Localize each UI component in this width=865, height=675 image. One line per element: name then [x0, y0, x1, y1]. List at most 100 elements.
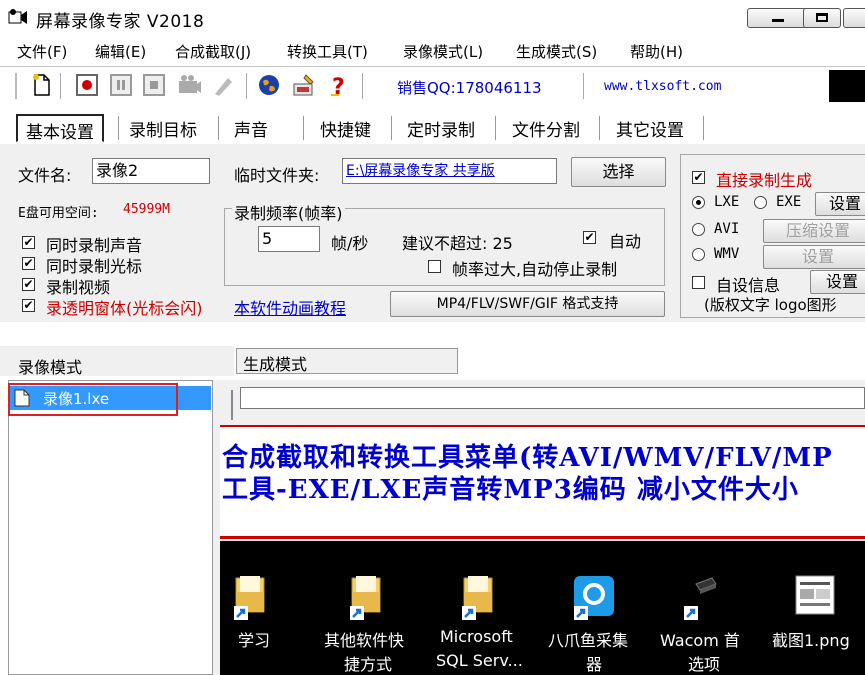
lxe-radio[interactable] — [692, 196, 705, 209]
stop-on-high-label: 帧率过大,自动停止录制 — [452, 260, 618, 279]
tutorial-link[interactable]: 本软件动画教程 — [234, 295, 346, 319]
folder-shortcut-icon[interactable] — [232, 574, 268, 622]
format-support-button[interactable]: MP4/FLV/SWF/GIF 格式支持 — [390, 291, 665, 317]
record-cursor-checkbox[interactable]: ✔ — [22, 257, 35, 270]
auto-checkbox[interactable]: ✔ — [583, 231, 596, 244]
menu-compose[interactable]: 合成截取(J) — [175, 41, 251, 62]
toolbar-edge-block — [829, 70, 865, 102]
direct-generate-checkbox[interactable]: ✔ — [692, 171, 705, 184]
preview-path-input[interactable] — [240, 387, 865, 409]
tab-other-settings[interactable]: 其它设置 — [608, 114, 692, 142]
tab-hotkeys[interactable]: 快捷键 — [312, 114, 379, 142]
tools-icon[interactable] — [291, 72, 317, 98]
desktop-icon-label: 八爪鱼采集 — [548, 631, 629, 650]
direct-generate-label: 直接录制生成 — [716, 171, 813, 190]
settings-panel: 文件名: 录像2 临时文件夹: E:\屏幕录像专家 共享版 选择 E盘可用空间:… — [0, 144, 865, 322]
desktop-icon-label: 截图1.png — [772, 631, 850, 650]
splitter[interactable] — [231, 390, 233, 420]
menu-edit[interactable]: 编辑(E) — [95, 41, 146, 62]
minimize-button[interactable] — [747, 8, 807, 28]
toolbar-separator — [583, 73, 584, 99]
stop-on-high-checkbox[interactable] — [428, 260, 441, 273]
camera-icon[interactable] — [176, 72, 202, 98]
app-icon — [8, 9, 27, 24]
tab-bar: 基本设置 录制目标 声音 快捷键 定时录制 文件分割 其它设置 — [0, 108, 865, 144]
image-file-icon[interactable] — [794, 574, 836, 622]
record-mode-title: 录像模式 — [18, 358, 83, 377]
custom-info-settings-button[interactable]: 设置 — [810, 270, 865, 294]
desktop-icon-label-line2: 选项 — [688, 655, 721, 674]
desktop-icon-label: Microsoft — [440, 627, 513, 646]
menu-file[interactable]: 文件(F) — [17, 41, 67, 62]
choose-folder-button[interactable]: 选择 — [571, 157, 666, 187]
tab-file-split[interactable]: 文件分割 — [504, 114, 588, 142]
selection-highlight-box — [8, 383, 178, 416]
title-bar: 屏幕录像专家 V2018 — [0, 0, 865, 38]
brush-icon[interactable] — [210, 72, 236, 98]
help-icon[interactable]: ? — [326, 72, 352, 98]
toolbar-separator — [60, 73, 61, 99]
recording-file-list[interactable] — [8, 380, 213, 675]
tab-timed-record[interactable]: 定时录制 — [399, 114, 483, 142]
pause-icon[interactable] — [108, 72, 134, 98]
wmv-radio[interactable] — [692, 248, 705, 261]
folder-shortcut-icon[interactable] — [348, 574, 384, 622]
exe-radio[interactable] — [754, 196, 767, 209]
wmv-label: WMV — [714, 246, 740, 262]
sales-qq-link[interactable]: 销售QQ:178046113 — [397, 77, 542, 98]
desktop-icon-label-line2: SQL Serv... — [436, 651, 523, 670]
desktop-icon-label-line2: 捷方式 — [344, 655, 393, 674]
toolbar-grip — [15, 73, 17, 99]
wmv-settings-button[interactable]: 设置 — [763, 245, 865, 269]
website-link[interactable]: www.tlxsoft.com — [604, 79, 721, 94]
record-icon[interactable] — [74, 72, 100, 98]
temp-folder-input[interactable]: E:\屏幕录像专家 共享版 — [342, 158, 557, 184]
app-shortcut-icon[interactable] — [572, 574, 616, 622]
wacom-shortcut-icon[interactable] — [682, 574, 718, 622]
tab-separator — [599, 116, 600, 140]
desktop-preview: 学习 其他软件快 捷方式 Microsoft SQL Serv... 八爪鱼采集… — [220, 541, 865, 675]
frame-rate-unit: 帧/秒 — [331, 234, 369, 253]
custom-info-checkbox[interactable] — [692, 276, 705, 289]
lxe-label: LXE — [714, 194, 740, 210]
temp-folder-label: 临时文件夹: — [234, 166, 320, 185]
toolbar: ? 销售QQ:178046113 www.tlxsoft.com — [0, 66, 865, 105]
custom-info-label: 自设信息 — [716, 276, 781, 295]
new-file-icon[interactable] — [28, 72, 54, 98]
avi-radio[interactable] — [692, 223, 705, 236]
menu-help[interactable]: 帮助(H) — [630, 41, 683, 62]
tab-separator — [118, 116, 119, 140]
menu-bar: 文件(F) 编辑(E) 合成截取(J) 转换工具(T) 录像模式(L) 生成模式… — [0, 38, 865, 64]
tab-separator — [495, 116, 496, 140]
record-transparent-checkbox[interactable]: ✔ — [22, 299, 35, 312]
tab-basic-settings[interactable]: 基本设置 — [16, 114, 104, 143]
compress-settings-button[interactable]: 压缩设置 — [763, 219, 865, 243]
filename-input[interactable]: 录像2 — [92, 158, 210, 184]
tab-record-target[interactable]: 录制目标 — [121, 114, 205, 142]
generate-mode-header[interactable]: 生成模式 — [236, 348, 458, 374]
frame-rate-group-title: 录制频率(帧率) — [232, 200, 345, 224]
stop-icon[interactable] — [141, 72, 167, 98]
desktop-icon-label-line2: 器 — [586, 655, 603, 674]
copyright-label: (版权文字 logo图形 — [704, 296, 837, 314]
desktop-icon-label: 学习 — [238, 631, 271, 650]
folder-shortcut-icon[interactable] — [460, 574, 496, 622]
menu-record-mode[interactable]: 录像模式(L) — [403, 41, 483, 62]
tab-separator — [703, 116, 704, 140]
recommend-label: 建议不超过: 25 — [402, 234, 513, 253]
close-button[interactable] — [843, 8, 865, 28]
maximize-button[interactable] — [803, 8, 841, 28]
settings-button[interactable]: 设置 — [815, 192, 865, 216]
globe-icon[interactable] — [256, 72, 282, 98]
frame-rate-input[interactable]: 5 — [258, 226, 320, 252]
record-audio-checkbox[interactable]: ✔ — [22, 236, 35, 249]
tab-separator — [391, 116, 392, 140]
desktop-icon-label: 其他软件快 — [324, 631, 405, 650]
menu-convert-tools[interactable]: 转换工具(T) — [287, 41, 368, 62]
menu-generate-mode[interactable]: 生成模式(S) — [516, 41, 597, 62]
exe-label: EXE — [776, 194, 802, 210]
record-transparent-label: 录透明窗体(光标会闪) — [46, 299, 203, 318]
tab-sound[interactable]: 声音 — [226, 114, 276, 142]
record-mode-header: 录像模式 — [0, 346, 234, 377]
record-video-checkbox[interactable]: ✔ — [22, 278, 35, 291]
